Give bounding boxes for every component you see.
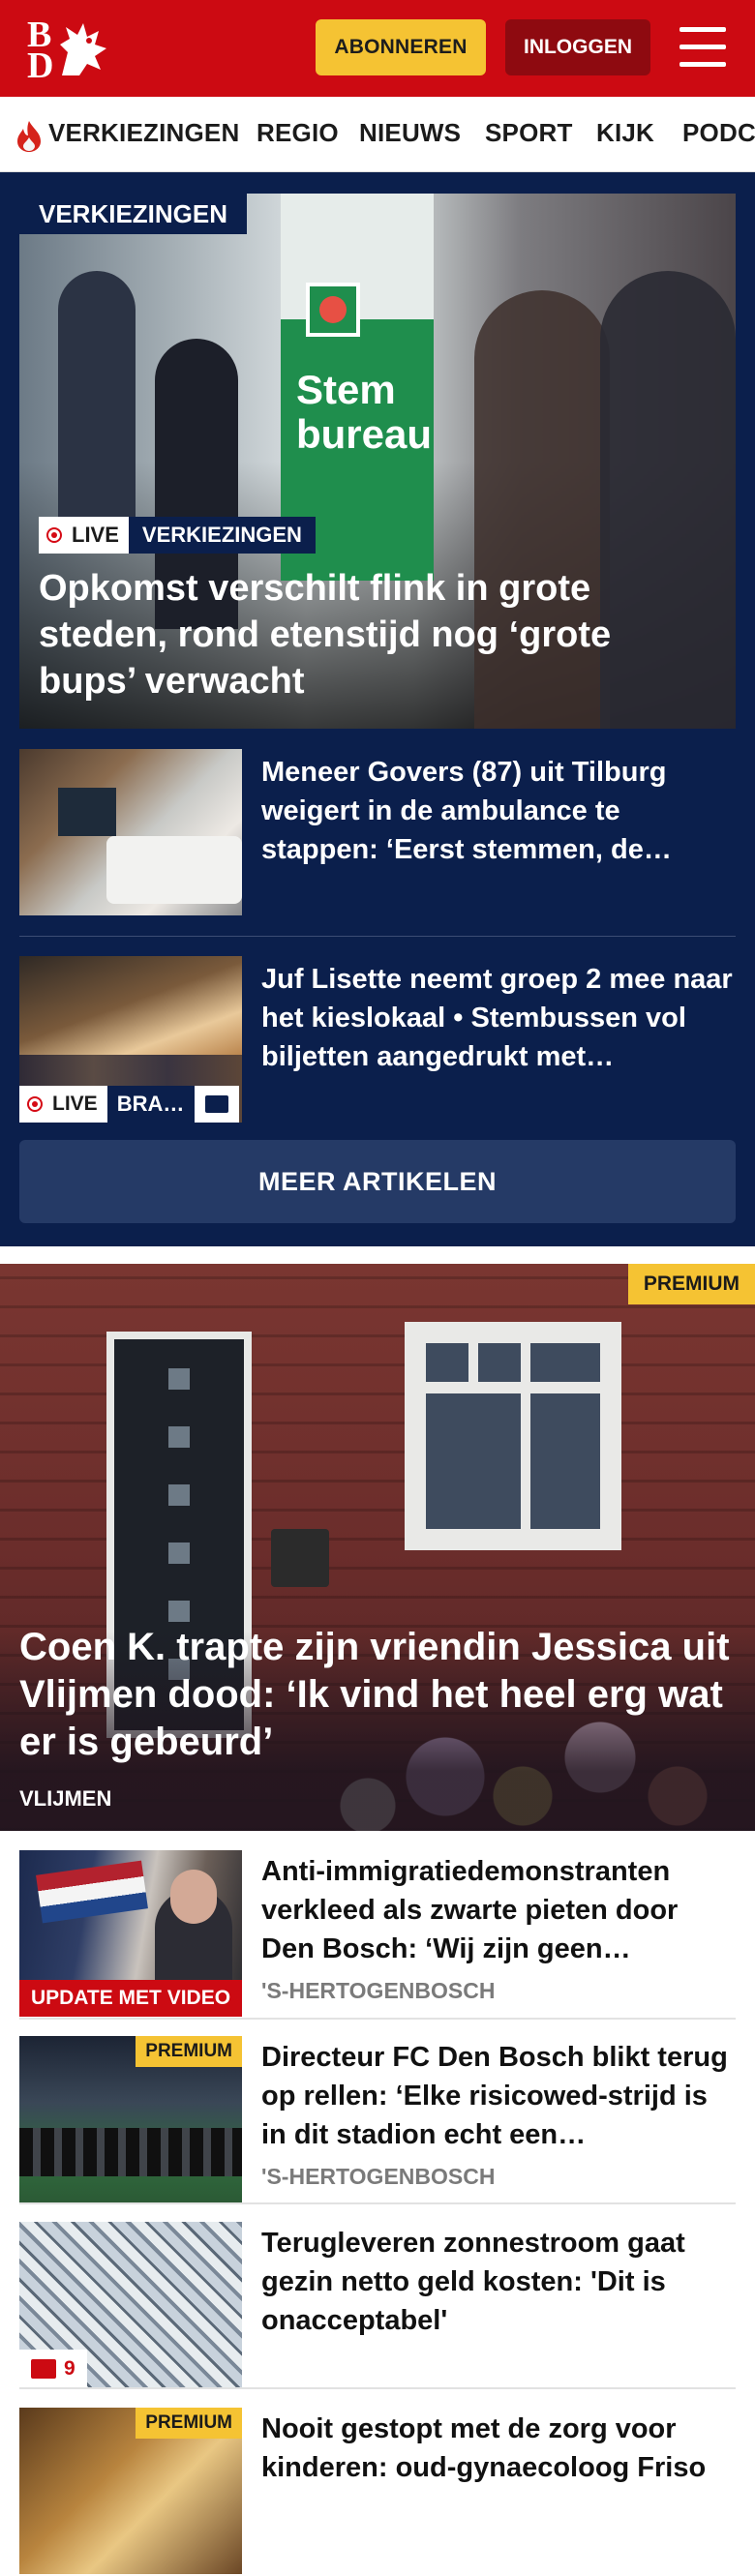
live-dot-icon: [27, 1096, 43, 1112]
logo-letter-d: D: [27, 45, 54, 86]
sign-text: Stem bureau: [296, 367, 433, 457]
live-label: LIVE: [52, 1093, 98, 1115]
flame-icon: [17, 121, 41, 152]
hero-image-figure: [58, 271, 136, 542]
article-title[interactable]: Juf Lisette neemt groep 2 mee naar het k…: [261, 960, 736, 1076]
category-badge: BRA…: [106, 1086, 195, 1123]
article-thumbnail: LIVE BRA…: [19, 956, 242, 1123]
nav-item-kijk[interactable]: KIJK: [596, 118, 654, 148]
comment-icon: [194, 1086, 239, 1123]
comment-icon: [31, 2359, 56, 2379]
divider: [19, 2387, 736, 2389]
list-item[interactable]: PREMIUM Directeur FC Den Bosch blikt ter…: [19, 2036, 736, 2204]
live-badge-row: LIVE BRA…: [19, 1086, 239, 1123]
nav-item-podcast[interactable]: PODC: [682, 118, 755, 148]
comment-count[interactable]: 9: [19, 2350, 87, 2388]
divider: [19, 2202, 736, 2204]
article-location: 'S-HERTOGENBOSCH: [261, 1978, 496, 2003]
section-label[interactable]: VERKIEZINGEN: [19, 194, 248, 234]
feature-image-mailbox: [271, 1529, 329, 1587]
feature-image-window: [405, 1322, 621, 1550]
verkiezingen-section: Stem bureau VERKIEZINGEN LIVE VERKIEZING…: [0, 172, 755, 1246]
login-button[interactable]: INLOGGEN: [505, 19, 650, 75]
more-articles-button[interactable]: MEER ARTIKELEN: [19, 1140, 736, 1223]
nav-item-nieuws[interactable]: NIEUWS: [359, 118, 461, 148]
nav-item-verkiezingen[interactable]: VERKIEZINGEN: [48, 118, 239, 148]
article-thumbnail: 9: [19, 2222, 242, 2388]
dragon-icon: [60, 23, 106, 75]
premium-badge: PREMIUM: [136, 2036, 242, 2067]
live-label: LIVE: [72, 523, 119, 547]
update-video-tag: UPDATE MET VIDEO: [19, 1980, 242, 2017]
list-item[interactable]: LIVE BRA… Juf Lisette neemt groep 2 mee …: [19, 956, 736, 1123]
live-badge: LIVE: [19, 1086, 107, 1123]
bd-logo[interactable]: B D: [25, 15, 110, 86]
subscribe-button[interactable]: ABONNEREN: [316, 19, 486, 75]
feature-article[interactable]: PREMIUM Coen K. trapte zijn vriendin Jes…: [0, 1264, 755, 1831]
article-title[interactable]: Directeur FC Den Bosch blikt terug op re…: [261, 2038, 736, 2154]
hero-title[interactable]: Opkomst verschilt flink in grote steden,…: [39, 565, 716, 704]
hero-article[interactable]: Stem bureau VERKIEZINGEN LIVE VERKIEZING…: [19, 194, 736, 729]
category-badge: VERKIEZINGEN: [128, 517, 316, 554]
list-item[interactable]: PREMIUM Nooit gestopt met de zorg voor k…: [19, 2408, 736, 2576]
nav-item-regio[interactable]: REGIO: [257, 118, 339, 148]
feature-title[interactable]: Coen K. trapte zijn vriendin Jessica uit…: [19, 1624, 740, 1766]
menu-icon[interactable]: [680, 27, 726, 68]
divider: [19, 2018, 736, 2020]
main-nav: VERKIEZINGEN REGIO NIEUWS SPORT KIJK POD…: [0, 97, 755, 172]
article-location: 'S-HERTOGENBOSCH: [261, 2164, 496, 2189]
premium-badge: PREMIUM: [136, 2408, 242, 2439]
live-dot-icon: [46, 527, 62, 543]
article-thumbnail: PREMIUM: [19, 2036, 242, 2202]
article-title[interactable]: Nooit gestopt met de zorg voor kinderen:…: [261, 2410, 736, 2487]
article-thumbnail: [19, 749, 242, 915]
nav-item-sport[interactable]: SPORT: [485, 118, 573, 148]
article-title[interactable]: Terugleveren zonnestroom gaat gezin nett…: [261, 2224, 736, 2340]
list-item[interactable]: UPDATE MET VIDEO Anti-immigratiedemonstr…: [19, 1850, 736, 2019]
list-item[interactable]: Meneer Govers (87) uit Tilburg weigert i…: [19, 749, 736, 915]
article-thumbnail: UPDATE MET VIDEO: [19, 1850, 242, 2017]
feature-location: VLIJMEN: [19, 1786, 112, 1811]
premium-badge: PREMIUM: [627, 1264, 755, 1304]
article-title[interactable]: Anti-immigratiedemonstranten verkleed al…: [261, 1852, 736, 1968]
article-thumbnail: PREMIUM: [19, 2408, 242, 2574]
live-badge: LIVE: [39, 517, 129, 554]
top-bar: B D ABONNEREN INLOGGEN: [0, 0, 755, 97]
list-item[interactable]: 9 Terugleveren zonnestroom gaat gezin ne…: [19, 2222, 736, 2390]
live-badge-row: LIVE VERKIEZINGEN: [39, 517, 316, 554]
divider: [19, 936, 736, 937]
comment-count-value: 9: [64, 2357, 76, 2380]
article-title[interactable]: Meneer Govers (87) uit Tilburg weigert i…: [261, 753, 736, 869]
